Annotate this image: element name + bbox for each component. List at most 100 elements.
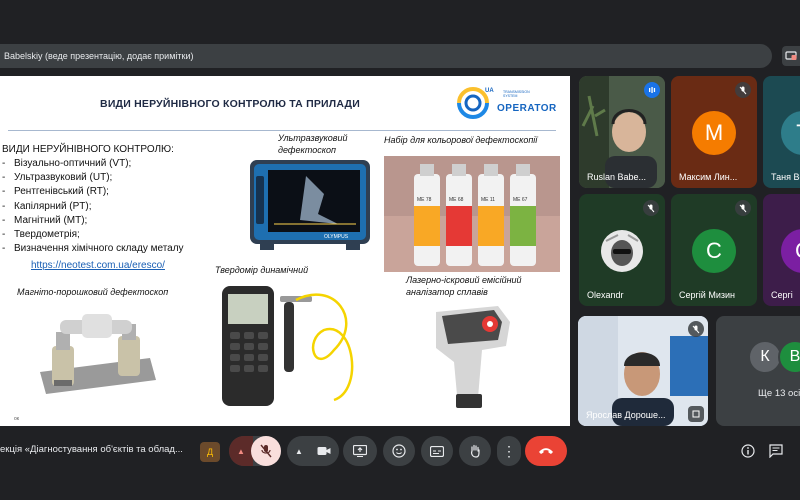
audio-wave-icon	[649, 87, 656, 93]
shared-slide: ВИДИ НЕРУЙНІВНОГО КОНТРОЛЮ ТА ПРИЛАДИ UA…	[0, 76, 570, 426]
info-icon	[741, 444, 755, 458]
ua-operator-logo: UA TRANSMISSION SYSTEM OPERATOR	[456, 84, 556, 124]
participant-name: Ruslan Babe...	[587, 172, 647, 182]
logo-ua: UA	[485, 88, 494, 94]
slide-title: ВИДИ НЕРУЙНІВНОГО КОНТРОЛЮ ТА ПРИЛАДИ	[100, 98, 360, 110]
avatar-photo	[601, 230, 643, 272]
slide-divider	[8, 130, 556, 131]
list-item: Капілярний (PT);	[2, 201, 184, 215]
chevron-up-icon[interactable]: ▲	[295, 447, 303, 456]
camera-icon	[317, 447, 331, 455]
monitor-icon	[785, 51, 797, 60]
list-item: Твердометрія;	[2, 229, 184, 243]
hardness-tester-image	[222, 286, 354, 406]
participant-name: Максим Лин...	[679, 172, 738, 182]
participant-name: Olexandr	[587, 290, 624, 300]
mic-off-icon	[688, 321, 704, 337]
svg-text:МЕ 11: МЕ 11	[481, 197, 495, 203]
list-item: Ультразвуковий (UT);	[2, 172, 184, 186]
penetrant-kit-image: МЕ 78 МЕ 68 МЕ 11 МЕ 67	[384, 156, 560, 272]
caption-color-kit: Набір для кольорової дефектоскопії	[384, 135, 538, 145]
pin-icon[interactable]	[688, 406, 704, 422]
overflow-tile[interactable]: К В Ще 13 осі	[716, 316, 800, 426]
avatar-initial: М	[704, 120, 724, 145]
participant-tile-5[interactable]: С Сергій Мизин	[671, 194, 757, 306]
emoji-icon	[392, 444, 406, 458]
overflow-label: Ще 13 осі	[758, 388, 800, 399]
avatar-initial: В	[789, 348, 800, 365]
svg-text:МЕ 68: МЕ 68	[449, 197, 464, 203]
language-icon: Д	[206, 447, 214, 457]
captions-language-button[interactable]: Д	[200, 442, 220, 462]
participant-tile-4[interactable]: Olexandr	[579, 194, 665, 306]
list-item: Візуально-оптичний (VT);	[2, 158, 184, 172]
corner-mark: ок	[14, 416, 19, 422]
meeting-title: екція «Діагностування об'єктів та облад.…	[0, 444, 183, 455]
participant-name: Сергі	[771, 290, 793, 300]
ultrasonic-device-image: OLYMPUS	[250, 160, 370, 250]
caption-hardness: Твердомір динамічний	[215, 265, 309, 275]
hand-icon	[471, 444, 480, 458]
participant-tile-6[interactable]: С Сергі	[763, 194, 800, 306]
presenter-label: Babelskiy (веде презентацію, додає примі…	[4, 51, 194, 61]
avatar-initial: С	[795, 238, 800, 264]
neotest-link[interactable]: https://neotest.com.ua/eresco/	[31, 260, 165, 271]
more-options-button[interactable]: ⋮	[497, 436, 521, 466]
present-screen-icon	[353, 445, 367, 457]
avatar-initial: С	[706, 238, 722, 263]
svg-text:МЕ 67: МЕ 67	[513, 197, 528, 203]
chat-button[interactable]	[766, 441, 786, 461]
mic-off-icon	[643, 200, 659, 216]
captions-button[interactable]	[421, 436, 453, 466]
chat-icon	[769, 444, 783, 458]
magnetic-yoke-image	[40, 314, 156, 394]
participant-tile-2[interactable]: М Максим Лин...	[671, 76, 757, 188]
avatar: С	[781, 229, 800, 273]
list-title: ВИДИ НЕРУЙНІВНОГО КОНТРОЛЮ:	[2, 144, 174, 155]
list-item: Визначення хімічного складу металу	[2, 243, 184, 257]
presentation-options-button[interactable]	[782, 46, 800, 66]
captions-icon	[430, 445, 444, 457]
present-screen-button[interactable]	[343, 436, 377, 466]
participant-tile-1[interactable]: Ruslan Babe...	[579, 76, 665, 188]
logo-operator: OPERATOR	[497, 103, 557, 114]
ndt-types-list: Візуально-оптичний (VT); Ультразвуковий …	[2, 158, 184, 257]
mic-off-icon	[260, 444, 272, 458]
meet-window: Babelskiy (веде презентацію, додає примі…	[0, 0, 800, 500]
mic-toggle-button[interactable]	[251, 436, 281, 466]
caption-laser: Лазерно-іскровий емісійний аналізатор сп…	[406, 275, 522, 297]
caption-magnetic: Магніто-порошковий дефектоскоп	[17, 287, 169, 297]
overflow-avatar-2: В	[778, 340, 800, 374]
participant-name: Таня Во	[771, 172, 800, 182]
more-vert-icon: ⋮	[502, 443, 516, 459]
mic-control-group: ▲	[229, 436, 281, 466]
svg-text:МЕ 78: МЕ 78	[417, 197, 432, 203]
logo-sub: TRANSMISSION SYSTEM	[503, 90, 530, 98]
laser-analyzer-image	[436, 306, 510, 408]
raise-hand-button[interactable]	[459, 436, 491, 466]
presenter-bar: Babelskiy (веде презентацію, додає примі…	[0, 44, 772, 68]
chevron-up-icon: ▲	[237, 446, 245, 456]
overflow-avatar-1: К	[748, 340, 782, 374]
hang-up-icon	[539, 448, 553, 454]
mic-off-icon	[735, 82, 751, 98]
avatar: Т	[781, 111, 800, 155]
speaking-indicator	[644, 82, 660, 98]
participant-tile-3[interactable]: Т Таня Во	[763, 76, 800, 188]
list-item: Магнітний (MT);	[2, 215, 184, 229]
participant-tile-7[interactable]: Ярослав Дороше...	[578, 316, 708, 426]
mic-options-button[interactable]: ▲	[229, 436, 253, 466]
reactions-button[interactable]	[383, 436, 415, 466]
avatar: М	[692, 111, 736, 155]
participant-name: Ярослав Дороше...	[586, 410, 666, 420]
device-brand: OLYMPUS	[324, 234, 349, 240]
participant-name: Сергій Мизин	[679, 290, 735, 300]
meeting-details-button[interactable]	[738, 441, 758, 461]
mic-off-icon	[735, 200, 751, 216]
leave-call-button[interactable]	[525, 436, 567, 466]
avatar-initial: К	[760, 348, 770, 365]
camera-toggle-button[interactable]	[309, 436, 339, 466]
avatar-initial: Т	[796, 120, 800, 146]
caption-ultrasonic: Ультразвуковий дефектоскоп	[278, 133, 348, 155]
avatar: С	[692, 229, 736, 273]
